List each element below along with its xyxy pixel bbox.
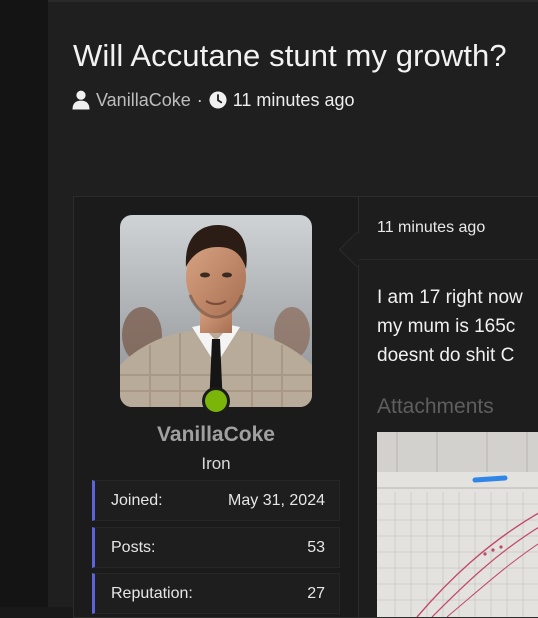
- stat-label: Reputation:: [111, 584, 193, 602]
- thread-page: Will Accutane stunt my growth? VanillaCo…: [48, 0, 538, 618]
- post-user-panel: VanillaCoke Iron Joined: May 31, 2024 Po…: [74, 197, 359, 617]
- post-body: I am 17 right now my mum is 165c doesnt …: [377, 283, 538, 370]
- stat-reputation: Reputation: 27: [92, 573, 340, 614]
- clock-icon: [209, 90, 227, 110]
- stat-value: May 31, 2024: [228, 491, 325, 509]
- left-gutter: [0, 0, 48, 607]
- post-card: VanillaCoke Iron Joined: May 31, 2024 Po…: [73, 196, 538, 618]
- stat-label: Posts:: [111, 538, 156, 556]
- user-icon: [72, 90, 90, 110]
- meta-separator: ·: [196, 89, 203, 110]
- thread-author-link[interactable]: VanillaCoke: [96, 90, 191, 111]
- stat-label: Joined:: [111, 491, 163, 509]
- online-status-indicator: [202, 387, 230, 415]
- thread-meta: VanillaCoke · 11 minutes ago: [72, 88, 354, 112]
- thread-title: Will Accutane stunt my growth?: [73, 38, 507, 73]
- post-body-line: doesnt do shit C: [377, 345, 515, 366]
- stat-posts: Posts: 53: [92, 527, 340, 568]
- post-username[interactable]: VanillaCoke: [74, 423, 358, 447]
- stat-value: 27: [307, 584, 325, 602]
- stat-joined: Joined: May 31, 2024: [92, 480, 340, 521]
- post-body-line: my mum is 165c: [377, 316, 516, 337]
- post-time-link[interactable]: 11 minutes ago: [377, 219, 485, 237]
- post-message: 11 minutes ago I am 17 right now my mum …: [359, 197, 538, 617]
- message-header-divider: [359, 259, 538, 260]
- post-body-line: I am 17 right now: [377, 287, 523, 308]
- top-divider: [48, 0, 538, 2]
- attachment-thumbnail[interactable]: [377, 432, 538, 617]
- thread-time-link[interactable]: 11 minutes ago: [233, 90, 355, 111]
- avatar[interactable]: [120, 215, 312, 407]
- attachments-heading: Attachments: [377, 395, 494, 418]
- stat-value: 53: [307, 538, 325, 556]
- user-rank: Iron: [201, 454, 231, 473]
